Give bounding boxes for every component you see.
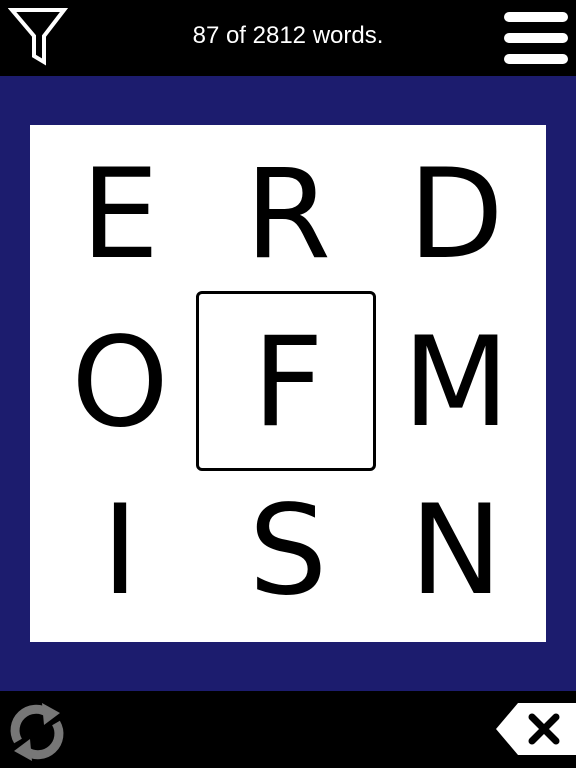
word-game-screen: 87 of 2812 words. E R D O F M I S N xyxy=(0,0,576,768)
bottom-bar xyxy=(0,691,576,768)
top-bar: 87 of 2812 words. xyxy=(0,0,576,76)
center-letter-tile[interactable]: F xyxy=(202,297,374,469)
refresh-icon xyxy=(10,703,64,761)
letter-tile[interactable]: M xyxy=(370,297,542,469)
menu-button[interactable] xyxy=(500,10,572,66)
word-count-status: 87 of 2812 words. xyxy=(192,22,384,49)
letter-tile[interactable]: O xyxy=(34,297,206,469)
letter-tile[interactable]: D xyxy=(370,129,542,301)
filter-button[interactable] xyxy=(7,6,69,68)
board-frame: E R D O F M I S N xyxy=(0,76,576,691)
letter-tile[interactable]: N xyxy=(370,465,542,637)
hamburger-menu-icon xyxy=(504,12,568,64)
letter-tile[interactable]: I xyxy=(34,465,206,637)
backspace-button[interactable] xyxy=(494,701,576,757)
letter-tile[interactable]: E xyxy=(34,129,206,301)
letter-grid: E R D O F M I S N xyxy=(30,125,546,642)
letter-tile[interactable]: S xyxy=(202,465,374,637)
refresh-button[interactable] xyxy=(4,699,70,765)
backspace-icon xyxy=(496,703,576,755)
filter-funnel-icon xyxy=(7,8,69,66)
letter-tile[interactable]: R xyxy=(202,129,374,301)
